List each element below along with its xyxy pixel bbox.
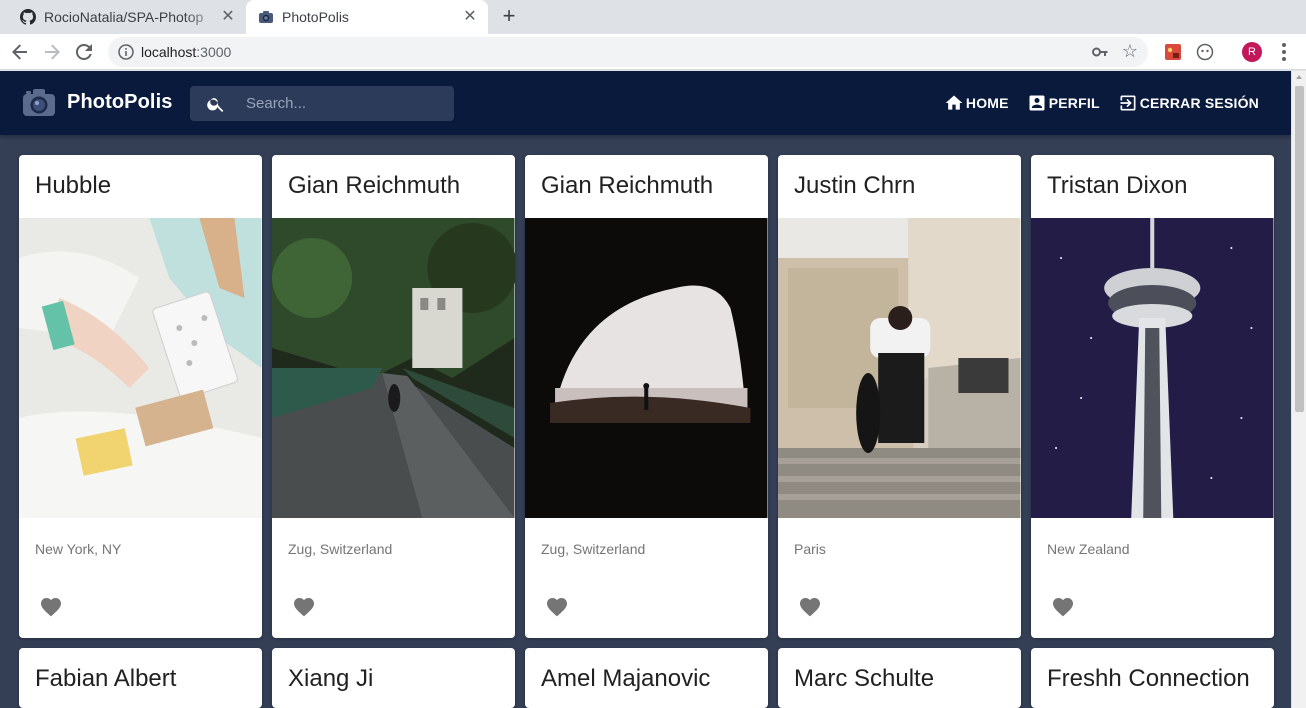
- favorite-heart-icon[interactable]: [798, 595, 822, 619]
- new-tab-button[interactable]: +: [497, 5, 521, 29]
- url-host: localhost: [141, 44, 197, 60]
- favorite-heart-icon[interactable]: [1051, 595, 1075, 619]
- home-icon: [945, 95, 963, 110]
- reload-icon: [76, 44, 92, 60]
- account-box-icon: [1029, 95, 1045, 111]
- tab-title: RocioNatalia/SPA-Photop: [44, 9, 204, 25]
- reload-button[interactable]: [72, 40, 96, 64]
- photo-card[interactable]: Xiang Ji: [272, 648, 515, 708]
- nav-profile[interactable]: PERFIL: [1027, 93, 1100, 113]
- card-title: Amel Majanovic: [541, 665, 711, 692]
- favorite-heart-icon[interactable]: [545, 595, 569, 619]
- card-photo[interactable]: [778, 218, 1021, 518]
- card-title: Freshh Connection: [1047, 665, 1250, 692]
- card-photo[interactable]: [525, 218, 768, 518]
- card-title: Marc Schulte: [794, 665, 935, 692]
- key-icon[interactable]: [1092, 44, 1108, 60]
- profile-avatar[interactable]: R: [1242, 42, 1262, 62]
- nav-logout-label: CERRAR SESIÓN: [1139, 95, 1259, 111]
- page-viewport: PhotoPolis HOME PERFIL CERRAR SESIÓN Hub…: [0, 71, 1306, 708]
- photo-card[interactable]: Hubble New York, NY: [19, 155, 262, 638]
- browser-tab-photopolis[interactable]: PhotoPolis ✕: [246, 0, 488, 34]
- page-scrollbar[interactable]: [1291, 71, 1306, 708]
- card-title: Fabian Albert: [35, 665, 177, 692]
- camera-icon: [258, 9, 274, 25]
- card-location: Zug, Switzerland: [288, 541, 393, 557]
- photo-card[interactable]: Justin Chrn Paris: [778, 155, 1021, 638]
- brand[interactable]: PhotoPolis: [22, 87, 172, 117]
- arrow-left-icon: [12, 44, 27, 60]
- exit-to-app-icon: [1120, 95, 1136, 111]
- browser-tab-github[interactable]: RocioNatalia/SPA-Photop ✕: [8, 0, 246, 34]
- card-title: Hubble: [35, 172, 112, 199]
- card-title: Gian Reichmuth: [288, 172, 461, 199]
- search-input[interactable]: [246, 86, 446, 121]
- arrow-right-icon: [45, 44, 60, 60]
- bookmark-star-icon[interactable]: ☆: [1122, 41, 1138, 61]
- nav-home-label: HOME: [965, 95, 1009, 111]
- search-box[interactable]: [190, 86, 454, 121]
- photo-card[interactable]: Tristan Dixon New Zealand: [1031, 155, 1274, 638]
- main-nav: HOME PERFIL CERRAR SESIÓN: [926, 93, 1259, 113]
- card-location: New Zealand: [1047, 541, 1130, 557]
- app-header: PhotoPolis HOME PERFIL CERRAR SESIÓN: [0, 71, 1291, 135]
- nav-home[interactable]: HOME: [944, 93, 1009, 113]
- brand-name: PhotoPolis: [67, 90, 173, 113]
- browser-tab-strip: RocioNatalia/SPA-Photop ✕ PhotoPolis ✕ +: [0, 0, 1306, 34]
- card-location: Zug, Switzerland: [541, 541, 646, 557]
- photo-card[interactable]: Amel Majanovic: [525, 648, 768, 708]
- browser-toolbar: localhost:3000 ☆ R: [0, 34, 1306, 70]
- photo-card[interactable]: Gian Reichmuth Zug, Switzerland: [525, 155, 768, 638]
- tab-close-icon[interactable]: ✕: [462, 9, 478, 25]
- card-title: Xiang Ji: [288, 665, 374, 692]
- photo-grid: Hubble New York, NY Gian Reichmuth Zug, …: [19, 155, 1274, 708]
- favorite-heart-icon[interactable]: [39, 595, 63, 619]
- tab-close-icon[interactable]: ✕: [220, 9, 236, 25]
- favorite-heart-icon[interactable]: [292, 595, 316, 619]
- back-button[interactable]: [8, 40, 32, 64]
- card-title: Tristan Dixon: [1047, 172, 1188, 199]
- nav-logout[interactable]: CERRAR SESIÓN: [1118, 93, 1259, 113]
- card-title: Justin Chrn: [794, 172, 916, 199]
- photo-card[interactable]: Freshh Connection: [1031, 648, 1274, 708]
- card-photo[interactable]: [19, 218, 262, 518]
- url-text: localhost:3000: [141, 44, 231, 60]
- extension-icon[interactable]: [1164, 43, 1182, 61]
- card-location: Paris: [794, 541, 826, 557]
- search-icon: [207, 98, 224, 112]
- card-title: Gian Reichmuth: [541, 172, 714, 199]
- browser-menu-icon[interactable]: [1278, 43, 1290, 61]
- info-icon: [118, 44, 134, 60]
- card-photo[interactable]: [272, 218, 515, 518]
- photo-card[interactable]: Gian Reichmuth Zug, Switzerland: [272, 155, 515, 638]
- card-location: New York, NY: [35, 541, 122, 557]
- scroll-up-icon[interactable]: [1296, 75, 1302, 79]
- extension-icon[interactable]: [1196, 43, 1214, 61]
- camera-logo-icon: [23, 89, 55, 116]
- url-port: :3000: [196, 44, 232, 60]
- tab-title: PhotoPolis: [282, 9, 349, 25]
- github-icon: [20, 9, 36, 25]
- nav-profile-label: PERFIL: [1048, 95, 1100, 111]
- forward-button[interactable]: [40, 40, 64, 64]
- photo-card[interactable]: Marc Schulte: [778, 648, 1021, 708]
- card-photo[interactable]: [1031, 218, 1274, 518]
- photo-card[interactable]: Fabian Albert: [19, 648, 262, 708]
- scrollbar-thumb[interactable]: [1295, 86, 1304, 412]
- address-bar[interactable]: localhost:3000 ☆: [108, 37, 1148, 67]
